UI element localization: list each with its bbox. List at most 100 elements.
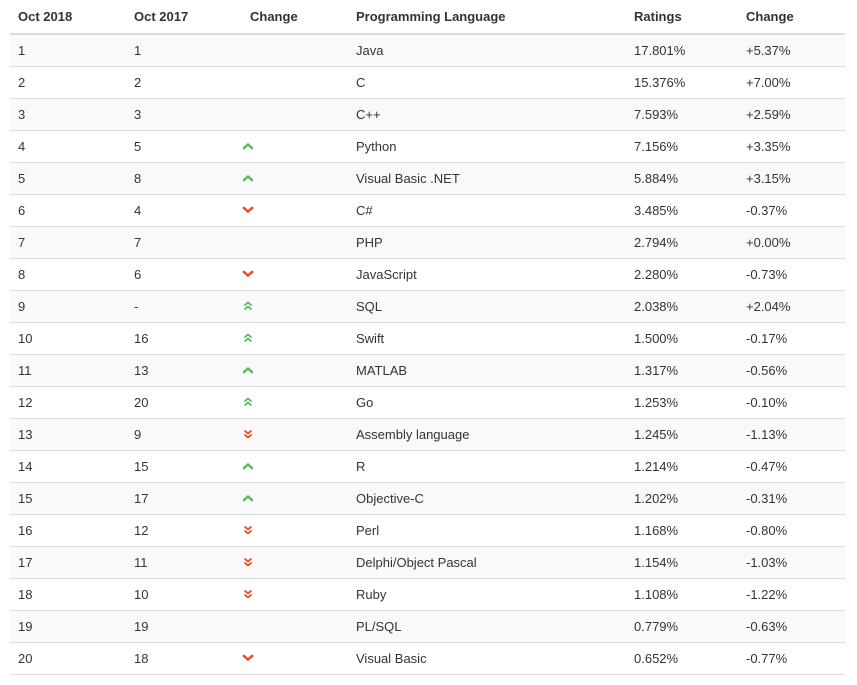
header-rank-change[interactable]: Change xyxy=(242,0,348,35)
rating-change-cell: -0.80% xyxy=(738,514,845,547)
rank-2018-cell: 20 xyxy=(10,642,126,675)
double-chevron-down-icon xyxy=(242,589,254,599)
rating-cell: 2.038% xyxy=(626,290,738,323)
language-cell: Visual Basic .NET xyxy=(348,162,626,195)
rating-cell: 7.593% xyxy=(626,98,738,131)
rank-change-cell xyxy=(242,98,348,131)
rating-change-cell: +7.00% xyxy=(738,66,845,99)
rank-change-cell xyxy=(242,354,348,387)
rank-2018-cell: 4 xyxy=(10,130,126,163)
rank-2017-cell: - xyxy=(126,290,242,323)
language-cell: C++ xyxy=(348,98,626,131)
table-row: 20 18 Visual Basic 0.652% -0.77% xyxy=(10,642,845,675)
rank-2017-cell: 8 xyxy=(126,162,242,195)
header-language[interactable]: Programming Language xyxy=(348,0,626,35)
language-cell: Go xyxy=(348,386,626,419)
language-cell: Ruby xyxy=(348,578,626,611)
header-oct-2018[interactable]: Oct 2018 xyxy=(10,0,126,35)
rank-change-cell xyxy=(242,546,348,579)
rank-2017-cell: 20 xyxy=(126,386,242,419)
rank-2018-cell: 16 xyxy=(10,514,126,547)
rank-2017-cell: 4 xyxy=(126,194,242,227)
double-chevron-down-icon xyxy=(242,429,254,439)
rank-2017-cell: 9 xyxy=(126,418,242,451)
rating-change-cell: +5.37% xyxy=(738,34,845,67)
header-rating-change[interactable]: Change xyxy=(738,0,845,35)
rank-2018-cell: 2 xyxy=(10,66,126,99)
rating-cell: 2.280% xyxy=(626,258,738,291)
table-row: 15 17 Objective-C 1.202% -0.31% xyxy=(10,482,845,515)
table-row: 3 3 C++ 7.593% +2.59% xyxy=(10,98,845,131)
rank-change-cell xyxy=(242,514,348,547)
language-cell: R xyxy=(348,450,626,483)
rating-change-cell: +2.04% xyxy=(738,290,845,323)
rank-2017-cell: 1 xyxy=(126,34,242,67)
rank-change-cell xyxy=(242,386,348,419)
rank-change-cell xyxy=(242,642,348,675)
header-row: Oct 2018 Oct 2017 Change Programming Lan… xyxy=(10,0,845,35)
rank-2018-cell: 9 xyxy=(10,290,126,323)
double-chevron-down-icon xyxy=(242,525,254,535)
rating-cell: 15.376% xyxy=(626,66,738,99)
rank-2018-cell: 5 xyxy=(10,162,126,195)
rank-2017-cell: 7 xyxy=(126,226,242,259)
rank-2018-cell: 8 xyxy=(10,258,126,291)
rating-change-cell: -0.17% xyxy=(738,322,845,355)
rank-change-cell xyxy=(242,610,348,643)
rating-change-cell: -0.31% xyxy=(738,482,845,515)
rank-2017-cell: 3 xyxy=(126,98,242,131)
language-cell: SQL xyxy=(348,290,626,323)
rating-change-cell: -1.22% xyxy=(738,578,845,611)
rating-cell: 0.779% xyxy=(626,610,738,643)
double-chevron-up-icon xyxy=(242,301,254,311)
chevron-up-icon xyxy=(242,173,254,183)
rank-2018-cell: 14 xyxy=(10,450,126,483)
language-cell: Python xyxy=(348,130,626,163)
rank-2017-cell: 6 xyxy=(126,258,242,291)
chevron-up-icon xyxy=(242,493,254,503)
rank-2017-cell: 12 xyxy=(126,514,242,547)
rank-2018-cell: 19 xyxy=(10,610,126,643)
header-oct-2017[interactable]: Oct 2017 xyxy=(126,0,242,35)
rank-change-cell xyxy=(242,322,348,355)
rating-change-cell: -0.73% xyxy=(738,258,845,291)
header-ratings[interactable]: Ratings xyxy=(626,0,738,35)
rating-cell: 0.652% xyxy=(626,642,738,675)
rank-2017-cell: 18 xyxy=(126,642,242,675)
table-row: 17 11 Delphi/Object Pascal 1.154% -1.03% xyxy=(10,546,845,579)
language-cell: PHP xyxy=(348,226,626,259)
chevron-down-icon xyxy=(242,205,254,215)
chevron-down-icon xyxy=(242,269,254,279)
language-cell: PL/SQL xyxy=(348,610,626,643)
rating-cell: 3.485% xyxy=(626,194,738,227)
rank-2017-cell: 11 xyxy=(126,546,242,579)
table-row: 5 8 Visual Basic .NET 5.884% +3.15% xyxy=(10,162,845,195)
rating-change-cell: -0.63% xyxy=(738,610,845,643)
chevron-up-icon xyxy=(242,461,254,471)
table-row: 7 7 PHP 2.794% +0.00% xyxy=(10,226,845,259)
rank-change-cell xyxy=(242,450,348,483)
table-row: 18 10 Ruby 1.108% -1.22% xyxy=(10,578,845,611)
rating-cell: 1.253% xyxy=(626,386,738,419)
rating-cell: 1.202% xyxy=(626,482,738,515)
rating-change-cell: -0.37% xyxy=(738,194,845,227)
rating-change-cell: +0.00% xyxy=(738,226,845,259)
rank-2018-cell: 11 xyxy=(10,354,126,387)
rank-2018-cell: 12 xyxy=(10,386,126,419)
table-row: 1 1 Java 17.801% +5.37% xyxy=(10,34,845,67)
table-row: 9- SQL 2.038% +2.04% xyxy=(10,290,845,323)
rank-change-cell xyxy=(242,66,348,99)
rank-2018-cell: 1 xyxy=(10,34,126,67)
table-row: 13 9 Assembly language 1.245% -1.13% xyxy=(10,418,845,451)
table-row: 2 2 C 15.376% +7.00% xyxy=(10,66,845,99)
rank-change-cell xyxy=(242,258,348,291)
rank-2017-cell: 10 xyxy=(126,578,242,611)
rating-cell: 5.884% xyxy=(626,162,738,195)
rating-change-cell: -0.47% xyxy=(738,450,845,483)
rating-cell: 1.108% xyxy=(626,578,738,611)
language-cell: Visual Basic xyxy=(348,642,626,675)
table-row: 4 5 Python 7.156% +3.35% xyxy=(10,130,845,163)
rating-change-cell: -1.13% xyxy=(738,418,845,451)
rank-2018-cell: 17 xyxy=(10,546,126,579)
chevron-up-icon xyxy=(242,365,254,375)
